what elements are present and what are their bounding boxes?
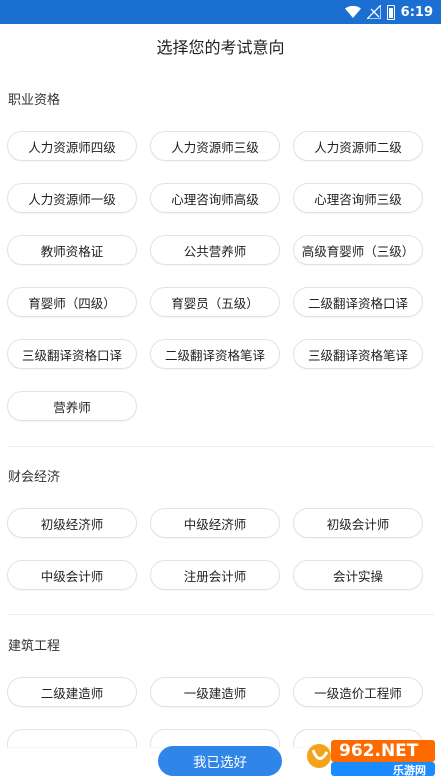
exam-chip-partial[interactable]: [7, 729, 137, 747]
exam-chip[interactable]: 二级翻译资格口译: [293, 287, 423, 317]
watermark-logo: 962.NET 乐游网: [305, 738, 437, 778]
status-icons: 6:19: [344, 3, 433, 21]
exam-chip[interactable]: 育婴师（四级）: [7, 287, 137, 317]
exam-chip[interactable]: 中级会计师: [7, 560, 137, 590]
construction-grid: 二级建造师 一级建造师 一级造价工程师: [7, 677, 435, 747]
finance-grid: 初级经济师 中级经济师 初级会计师 中级会计师 注册会计师 会计实操: [7, 508, 435, 590]
exam-chip[interactable]: 一级造价工程师: [293, 677, 423, 707]
exam-chip[interactable]: 高级育婴师（三级）: [293, 235, 423, 265]
status-time: 6:19: [400, 4, 433, 20]
watermark-name: 乐游网: [393, 764, 426, 777]
exam-chip[interactable]: 三级翻译资格笔译: [293, 339, 423, 369]
wifi-icon: [344, 6, 361, 18]
exam-chip[interactable]: 人力资源师四级: [7, 131, 137, 161]
exam-chip[interactable]: 营养师: [7, 391, 137, 421]
section-title-construction: 建筑工程: [8, 639, 61, 654]
exam-chip-partial[interactable]: [150, 729, 280, 747]
section-divider: [8, 614, 434, 615]
section-title-professional: 职业资格: [8, 93, 61, 108]
exam-chip[interactable]: 人力资源师一级: [7, 183, 137, 213]
section-title-finance: 财会经济: [8, 470, 61, 485]
watermark-brand: 962.NET: [339, 741, 419, 761]
exam-chip[interactable]: 初级经济师: [7, 508, 137, 538]
signal-off-icon: [366, 5, 381, 19]
exam-chip[interactable]: 三级翻译资格口译: [7, 339, 137, 369]
exam-chip[interactable]: 初级会计师: [293, 508, 423, 538]
exam-chip[interactable]: 二级建造师: [7, 677, 137, 707]
exam-chip[interactable]: 心理咨询师三级: [293, 183, 423, 213]
exam-chip[interactable]: 一级建造师: [150, 677, 280, 707]
exam-chip[interactable]: 育婴员（五级）: [150, 287, 280, 317]
exam-chip[interactable]: 会计实操: [293, 560, 423, 590]
professional-grid: 人力资源师四级 人力资源师三级 人力资源师二级 人力资源师一级 心理咨询师高级 …: [7, 131, 435, 421]
exam-chip[interactable]: 人力资源师三级: [150, 131, 280, 161]
exam-chip[interactable]: 教师资格证: [7, 235, 137, 265]
confirm-selection-button[interactable]: 我已选好: [158, 746, 282, 776]
exam-chip[interactable]: 公共营养师: [150, 235, 280, 265]
exam-chip[interactable]: 心理咨询师高级: [150, 183, 280, 213]
exam-chip[interactable]: 二级翻译资格笔译: [150, 339, 280, 369]
battery-icon: [386, 4, 395, 20]
exam-chip[interactable]: 中级经济师: [150, 508, 280, 538]
status-bar: 6:19: [0, 0, 441, 24]
exam-chip[interactable]: 人力资源师二级: [293, 131, 423, 161]
exam-chip[interactable]: 注册会计师: [150, 560, 280, 590]
section-divider: [8, 446, 434, 447]
page-title: 选择您的考试意向: [156, 38, 285, 57]
